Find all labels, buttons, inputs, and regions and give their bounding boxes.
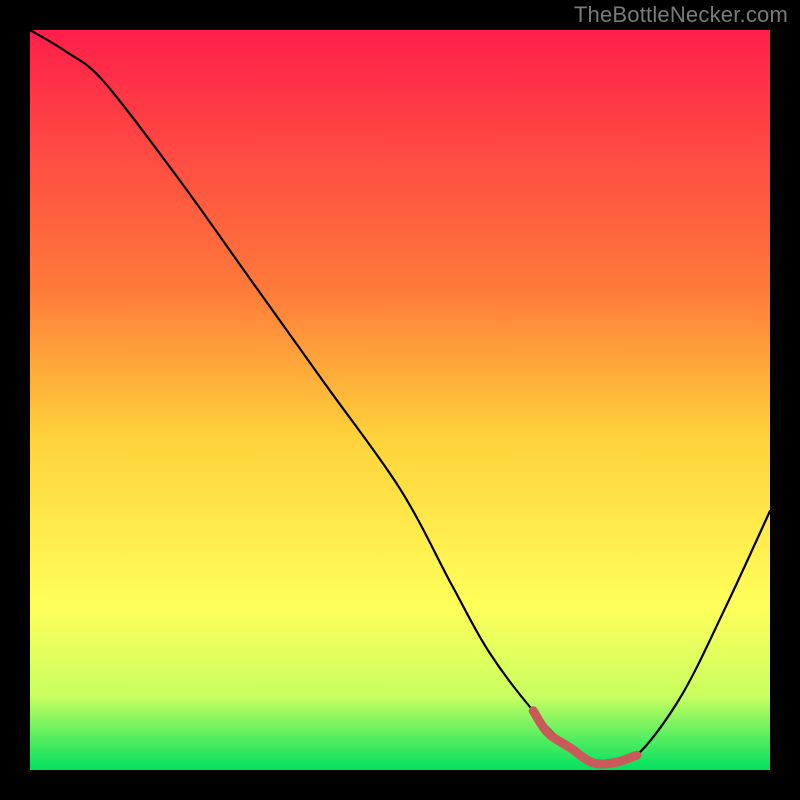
bottleneck-chart [0, 0, 800, 800]
chart-container: TheBottleNecker.com [0, 0, 800, 800]
attribution-text: TheBottleNecker.com [574, 2, 788, 28]
plot-background [30, 30, 770, 770]
